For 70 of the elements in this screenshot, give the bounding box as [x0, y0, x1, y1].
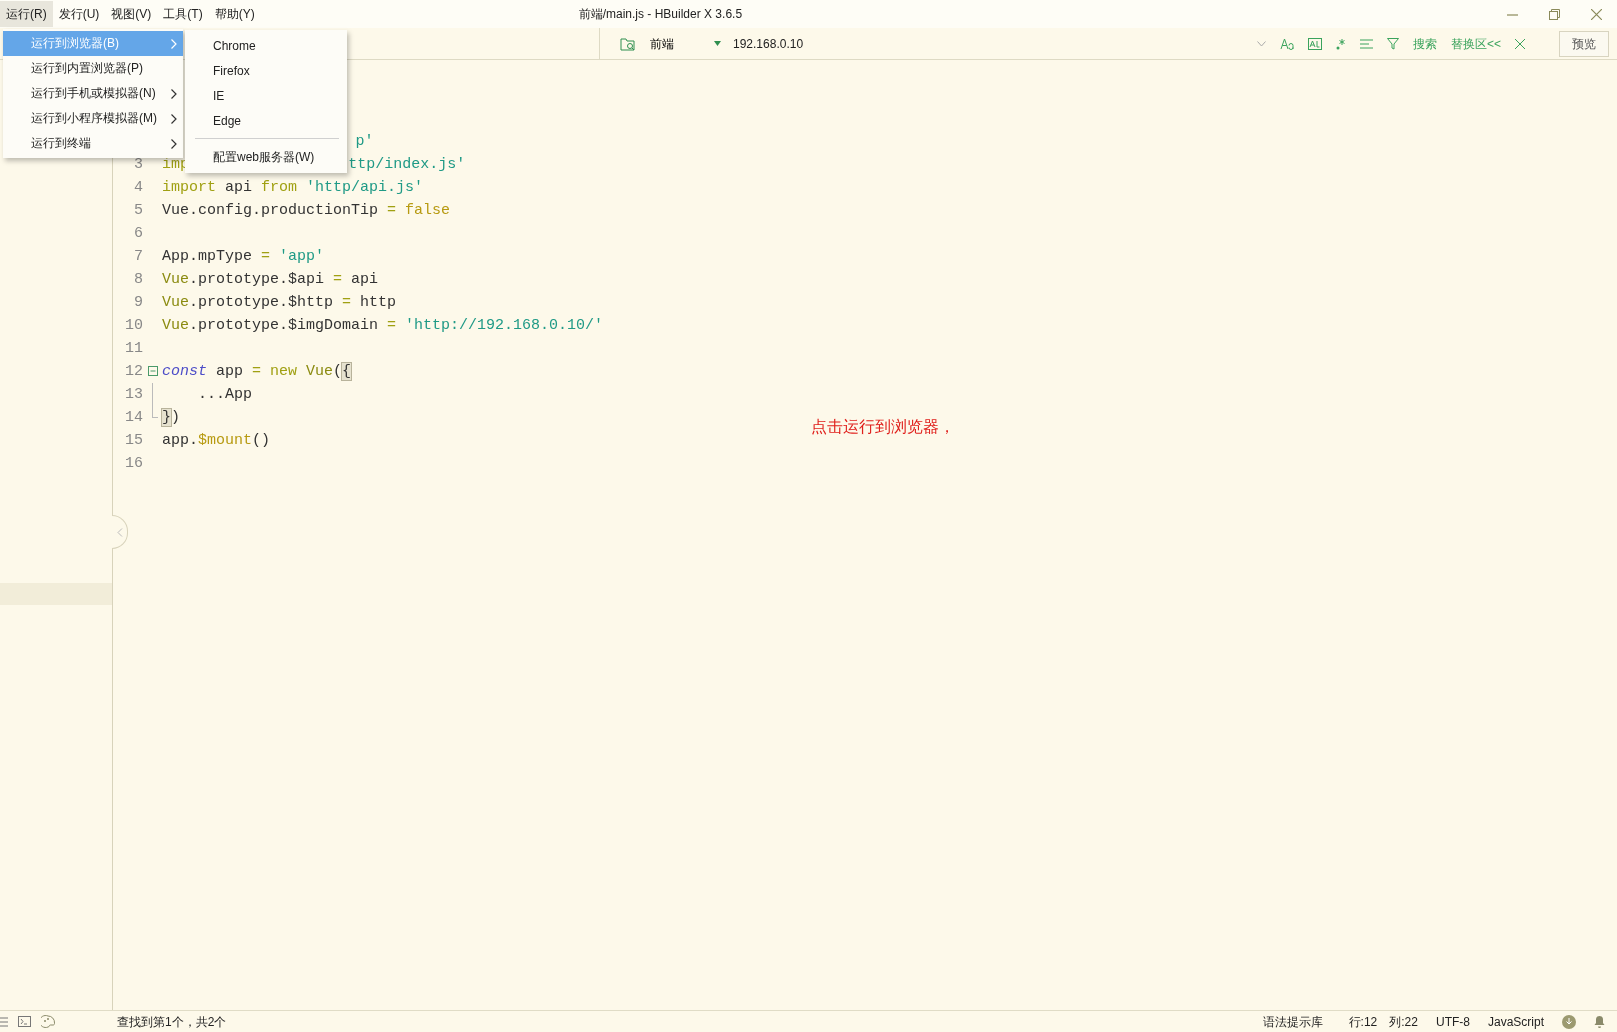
line-number: 10	[125, 317, 143, 334]
menu-item[interactable]: IE	[185, 83, 347, 108]
close-icon[interactable]	[1590, 8, 1602, 20]
code-text: Vue.prototype.$http = http	[162, 293, 397, 313]
match-case-icon[interactable]	[1280, 37, 1294, 50]
project-dropdown[interactable]: 前端	[650, 34, 721, 53]
menu-item[interactable]: Firefox	[185, 58, 347, 83]
collapse-handle[interactable]	[112, 515, 128, 549]
cursor-column: 列:22	[1389, 1012, 1418, 1031]
fold-icon[interactable]	[148, 366, 158, 376]
menu-item[interactable]: 运行到内置浏览器(P)	[3, 56, 183, 81]
line-number: 8	[134, 271, 143, 288]
line-number: 4	[134, 179, 143, 196]
close-icon[interactable]	[1515, 38, 1525, 49]
syntax-library-link[interactable]: 语法提示库	[1262, 1012, 1323, 1031]
menu-item[interactable]: 运行到小程序模拟器(M)	[3, 106, 183, 131]
line-number: 14	[125, 409, 143, 426]
list-icon[interactable]	[0, 1016, 8, 1027]
line-number: 13	[125, 386, 143, 403]
find-result: 查找到第1个，共2个	[117, 1013, 227, 1031]
menu-item[interactable]: 运行(R)	[0, 1, 53, 27]
cursor-line: 行:12	[1348, 1013, 1378, 1031]
code-text: Vue.config.productionTip = false	[162, 201, 451, 221]
code-text: const app = new Vue({	[162, 362, 352, 382]
menu-item[interactable]: 帮助(Y)	[208, 1, 261, 27]
code-text: Vue.prototype.$api = api	[162, 270, 379, 290]
code-text: p'	[355, 132, 374, 152]
line-number: 16	[125, 455, 143, 472]
code-text: ttp/index.js'	[348, 155, 466, 175]
lines-icon[interactable]	[1360, 38, 1373, 49]
menu-item[interactable]: 运行到手机或模拟器(N)	[3, 81, 183, 106]
menu-item[interactable]: 发行(U)	[52, 1, 106, 27]
window-title: 前端/main.js - HBuilder X 3.6.5	[578, 6, 743, 23]
annotation-text: 点击运行到浏览器，	[811, 417, 955, 437]
whole-word-icon[interactable]	[1308, 37, 1322, 50]
filter-icon[interactable]	[1387, 37, 1399, 50]
regex-icon[interactable]	[1336, 37, 1346, 50]
caret-icon	[714, 41, 721, 46]
code-text: App.mpType = 'app'	[162, 247, 325, 267]
preview-button[interactable]: 预览	[1559, 30, 1609, 57]
menu-item[interactable]: 运行到终端	[3, 131, 183, 156]
menu-item[interactable]: 工具(T)	[157, 1, 209, 27]
line-number: 15	[125, 432, 143, 449]
line-number: 3	[134, 156, 143, 173]
restore-icon[interactable]	[1548, 8, 1560, 20]
code-text: })	[162, 408, 181, 428]
line-number: 7	[134, 248, 143, 265]
line-number: 11	[125, 340, 143, 357]
bell-icon[interactable]	[1594, 1015, 1605, 1028]
palette-icon[interactable]	[41, 1015, 55, 1028]
language-label[interactable]: JavaScript	[1487, 1012, 1544, 1031]
chevron-left-icon	[116, 527, 123, 537]
download-icon[interactable]	[1562, 1014, 1576, 1029]
code-text: import api from 'http/api.js'	[162, 178, 424, 198]
line-number: 6	[134, 225, 143, 242]
line-number: 9	[134, 294, 143, 311]
encoding-label[interactable]: UTF-8	[1435, 1012, 1470, 1031]
menu-item[interactable]: 配置web服务器(W)	[185, 144, 347, 169]
menu-item[interactable]: 视图(V)	[105, 1, 158, 27]
terminal-icon[interactable]	[18, 1016, 31, 1027]
line-number: 5	[134, 202, 143, 219]
chevron-down-icon[interactable]	[1257, 40, 1266, 47]
menu-item[interactable]: Edge	[185, 108, 347, 133]
code-text: Vue.prototype.$imgDomain = 'http://192.168.0.10/'	[162, 316, 604, 336]
code-text: ...App	[197, 385, 252, 405]
code-text: app.$mount()	[162, 431, 271, 451]
line-number: 12	[125, 363, 143, 380]
folder-search-icon[interactable]	[620, 36, 636, 51]
menu-item[interactable]: Chrome	[185, 33, 347, 58]
address-field[interactable]: 192.168.0.10	[731, 33, 1231, 54]
